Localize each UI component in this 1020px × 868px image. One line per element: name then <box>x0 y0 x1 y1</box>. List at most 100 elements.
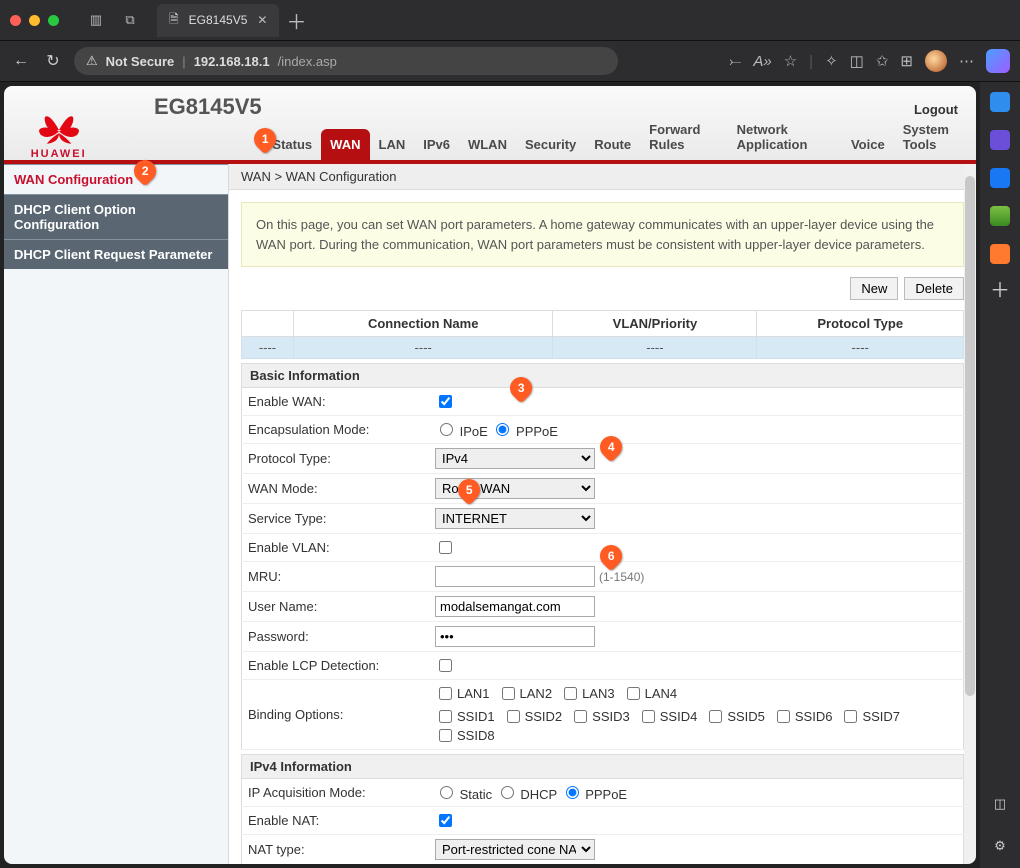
protocol-select[interactable]: IPv4 <box>435 448 595 469</box>
bind-ssid3[interactable] <box>574 710 587 723</box>
rail-panel-icon[interactable]: ◫ <box>990 796 1010 816</box>
nav-ipv6[interactable]: IPv6 <box>414 129 459 160</box>
ipacq-radio-dhcp[interactable] <box>501 786 514 799</box>
bind-label[interactable]: LAN4 <box>623 684 678 703</box>
bind-ssid4[interactable] <box>642 710 655 723</box>
bind-label[interactable]: SSID3 <box>570 707 630 726</box>
scrollbar-thumb[interactable] <box>965 176 975 696</box>
bind-label[interactable]: LAN3 <box>560 684 615 703</box>
shopping-icon[interactable]: ⤚ <box>729 53 741 70</box>
nav-wlan[interactable]: WLAN <box>459 129 516 160</box>
new-tab-icon[interactable]: ＋ <box>285 9 307 31</box>
bind-lan3[interactable] <box>564 687 577 700</box>
split-screen-icon[interactable]: ◫ <box>850 52 864 70</box>
service-label: Service Type: <box>242 504 430 534</box>
nat-label: Enable NAT: <box>242 807 430 835</box>
nav-route[interactable]: Route <box>585 129 640 160</box>
bind-ssid8[interactable] <box>439 729 452 742</box>
nav-network-application[interactable]: Network Application <box>728 114 842 160</box>
empty-cell: ---- <box>757 337 964 359</box>
close-tab-icon[interactable]: ✕ <box>257 13 267 27</box>
service-select[interactable]: INTERNET <box>435 508 595 529</box>
lcp-checkbox[interactable] <box>439 659 452 672</box>
sidebar-item[interactable]: WAN Configuration <box>4 164 228 194</box>
rail-icon[interactable] <box>990 92 1010 112</box>
bind-lan2[interactable] <box>502 687 515 700</box>
collections-icon[interactable]: ⊞ <box>900 52 913 70</box>
empty-cell: ---- <box>553 337 757 359</box>
nav-voice[interactable]: Voice <box>842 129 894 160</box>
tabs-overview-icon[interactable]: ⧉ <box>119 9 141 31</box>
page-icon: 🗎 <box>169 10 179 31</box>
bind-label[interactable]: SSID1 <box>435 707 495 726</box>
sidebar-toggle-icon[interactable]: ▥ <box>85 9 107 31</box>
bind-label[interactable]: SSID2 <box>503 707 563 726</box>
bind-lan1[interactable] <box>439 687 452 700</box>
wan-mode-label: WAN Mode: <box>242 474 430 504</box>
nat-type-select[interactable]: Port-restricted cone NAT <box>435 839 595 860</box>
sidebar-item[interactable]: DHCP Client Request Parameter <box>4 239 228 269</box>
rail-settings-icon[interactable]: ⚙ <box>990 838 1010 858</box>
enable-wan-checkbox[interactable] <box>439 395 452 408</box>
mru-label: MRU: <box>242 562 430 592</box>
bind-label[interactable]: SSID7 <box>840 707 900 726</box>
bind-label[interactable]: LAN1 <box>435 684 490 703</box>
address-bar[interactable]: ⚠ Not Secure | 192.168.18.1/index.asp <box>74 47 618 75</box>
logout-link[interactable]: Logout <box>914 102 958 117</box>
mru-hint: (1-1540) <box>599 570 644 584</box>
ipacq-radio-pppoe[interactable] <box>566 786 579 799</box>
rail-add-icon[interactable]: ＋ <box>990 282 1010 302</box>
bind-ssid2[interactable] <box>507 710 520 723</box>
bind-label[interactable]: LAN2 <box>498 684 553 703</box>
more-icon[interactable]: ⋯ <box>959 52 974 70</box>
scrollbar-track[interactable] <box>964 86 976 864</box>
username-input[interactable] <box>435 596 595 617</box>
nat-checkbox[interactable] <box>439 814 452 827</box>
bind-lan4[interactable] <box>627 687 640 700</box>
bind-ssid6[interactable] <box>777 710 790 723</box>
extensions-icon[interactable]: ✧ <box>825 52 838 70</box>
empty-cell: ---- <box>242 337 294 359</box>
bind-label[interactable]: SSID5 <box>705 707 765 726</box>
bind-label[interactable]: SSID8 <box>435 726 495 745</box>
bind-ssid5[interactable] <box>709 710 722 723</box>
nav-forward-rules[interactable]: Forward Rules <box>640 114 727 160</box>
nav-security[interactable]: Security <box>516 129 585 160</box>
reload-icon[interactable]: ↻ <box>42 51 64 71</box>
rail-icon[interactable] <box>990 130 1010 150</box>
bind-ssid7[interactable] <box>844 710 857 723</box>
router-header: HUAWEI EG8145V5 StatusWANLANIPv6WLANSecu… <box>4 86 976 164</box>
edge-sidebar: ＋ ◫ ⚙ <box>980 82 1020 868</box>
rail-icon-facebook[interactable] <box>990 168 1010 188</box>
ipacq-option-label: PPPoE <box>582 787 628 802</box>
reader-icon[interactable]: A» <box>753 53 771 70</box>
ipacq-radio-static[interactable] <box>440 786 453 799</box>
password-input[interactable] <box>435 626 595 647</box>
browser-tab[interactable]: 🗎 EG8145V5 ✕ <box>157 4 279 37</box>
copilot-icon[interactable] <box>986 49 1010 73</box>
nav-system-tools[interactable]: System Tools <box>894 114 976 160</box>
profile-avatar[interactable] <box>925 50 947 72</box>
enable-vlan-label: Enable VLAN: <box>242 534 430 562</box>
rail-icon[interactable] <box>990 206 1010 226</box>
nav-wan[interactable]: WAN <box>321 129 369 160</box>
favorite-icon[interactable]: ☆ <box>784 52 797 70</box>
bind-ssid1[interactable] <box>439 710 452 723</box>
new-button[interactable]: New <box>850 277 898 300</box>
delete-button[interactable]: Delete <box>904 277 964 300</box>
protocol-label: Protocol Type: <box>242 444 430 474</box>
sidebar-item[interactable]: DHCP Client Option Configuration <box>4 194 228 239</box>
encap-radio-ipoe[interactable] <box>440 423 453 436</box>
enable-vlan-checkbox[interactable] <box>439 541 452 554</box>
rail-icon[interactable] <box>990 244 1010 264</box>
bind-label[interactable]: SSID4 <box>638 707 698 726</box>
col-header: Connection Name <box>293 311 553 337</box>
window-controls[interactable] <box>10 15 59 26</box>
mru-input[interactable] <box>435 566 595 587</box>
encap-label: Encapsulation Mode: <box>242 416 430 444</box>
back-icon[interactable]: ← <box>10 52 32 70</box>
favorites-bar-icon[interactable]: ✩ <box>876 52 889 70</box>
nav-lan[interactable]: LAN <box>370 129 415 160</box>
encap-radio-pppoe[interactable] <box>496 423 509 436</box>
bind-label[interactable]: SSID6 <box>773 707 833 726</box>
